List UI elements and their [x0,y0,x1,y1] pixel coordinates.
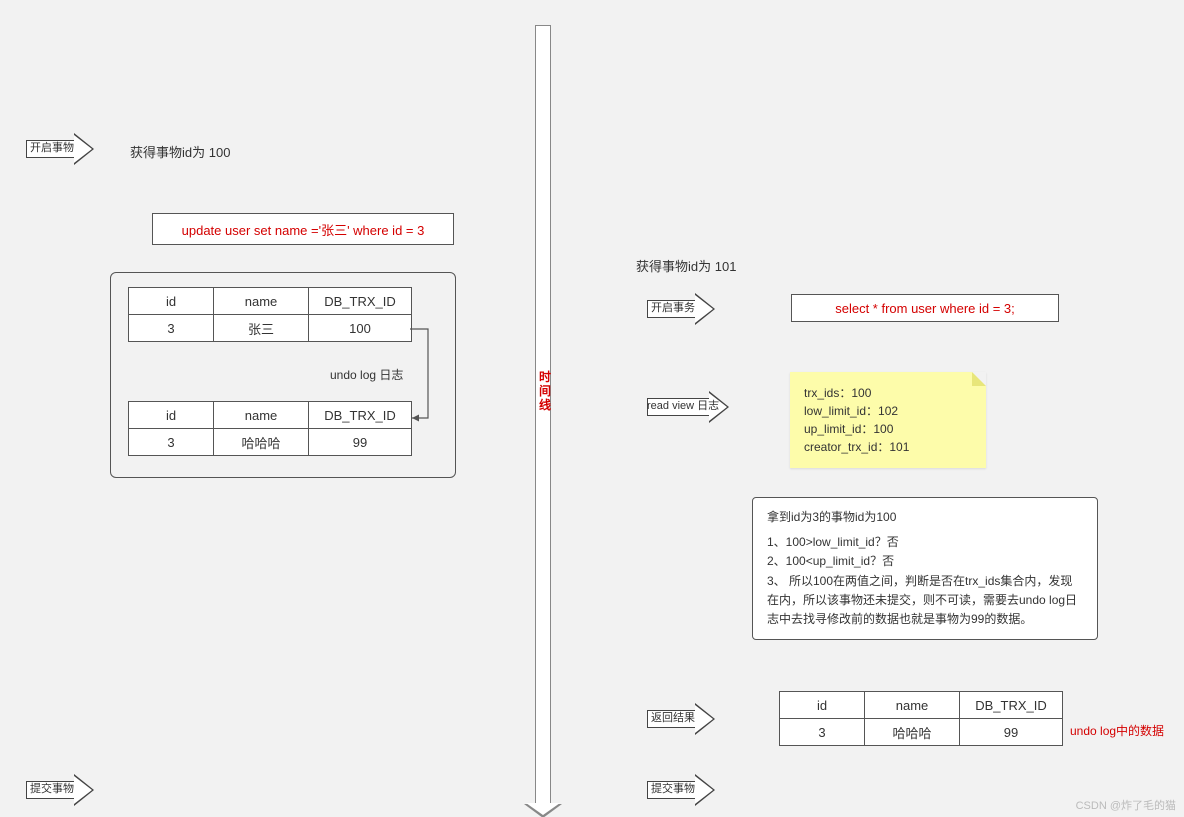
diagram-canvas: { "timeline_label": "时间线", "left": { "st… [0,0,1184,817]
th-trx: DB_TRX_ID [960,692,1063,719]
arrow-start-left: 开启事物 [26,133,98,163]
right-txid-text: 获得事物id为 101 [636,256,736,275]
td-id: 3 [780,719,865,746]
left-table-current: id name DB_TRX_ID 3 张三 100 [128,287,412,342]
arrow-start-left-label: 开启事物 [26,140,78,156]
analysis-line: 2、100<up_limit_id？否 [767,552,1083,571]
th-trx: DB_TRX_ID [309,288,412,315]
td-trx: 99 [960,719,1063,746]
th-trx: DB_TRX_ID [309,402,412,429]
undo-log-label: undo log 日志 [330,366,403,383]
table-row: 3 哈哈哈 99 [780,719,1063,746]
td-trx: 100 [309,315,412,342]
timeline-shaft [535,25,551,807]
arrow-result: 返回结果 [647,703,719,733]
sticky-line: trx_ids：100 [804,384,972,402]
th-name: name [865,692,960,719]
table-row: id name DB_TRX_ID [129,402,412,429]
left-sql-text: update user set name ='张三' where id = 3 [182,220,425,239]
td-id: 3 [129,429,214,456]
right-result-table: id name DB_TRX_ID 3 哈哈哈 99 [779,691,1063,746]
sticky-line: low_limit_id：102 [804,402,972,420]
timeline-arrowhead [524,804,562,817]
th-name: name [214,288,309,315]
th-name: name [214,402,309,429]
analysis-box: 拿到id为3的事物id为100 1、100>low_limit_id？否 2、1… [752,497,1098,640]
arrow-commit-left: 提交事物 [26,774,98,804]
analysis-title: 拿到id为3的事物id为100 [767,508,1083,527]
analysis-line: 3、 所以100在两值之间，判断是否在trx_ids集合内，发现在内，所以该事物… [767,572,1083,630]
th-id: id [129,402,214,429]
left-table-undo: id name DB_TRX_ID 3 哈哈哈 99 [128,401,412,456]
result-note: undo log中的数据 [1070,722,1164,739]
td-name: 哈哈哈 [214,429,309,456]
readview-sticky: trx_ids：100 low_limit_id：102 up_limit_id… [790,372,986,468]
arrow-start-right-label: 开启事务 [647,300,699,316]
watermark: CSDN @炸了毛的猫 [1076,797,1176,813]
td-name: 哈哈哈 [865,719,960,746]
arrow-result-label: 返回结果 [647,710,699,726]
arrow-readview-label: read view 日志 [647,398,713,414]
timeline-label: 时间线 [539,370,551,412]
td-name: 张三 [214,315,309,342]
table-row: 3 哈哈哈 99 [129,429,412,456]
sticky-line: creator_trx_id：101 [804,438,972,456]
arrow-readview: read view 日志 [647,391,735,421]
sticky-line: up_limit_id：100 [804,420,972,438]
table-row: id name DB_TRX_ID [129,288,412,315]
arrow-commit-left-label: 提交事物 [26,781,78,797]
arrow-commit-right: 提交事物 [647,774,719,804]
table-row: 3 张三 100 [129,315,412,342]
sticky-corner-fold [972,372,986,386]
right-sql-text: select * from user where id = 3; [835,301,1015,316]
th-id: id [780,692,865,719]
right-sql-box: select * from user where id = 3; [791,294,1059,322]
analysis-line: 1、100>low_limit_id？否 [767,533,1083,552]
th-id: id [129,288,214,315]
arrow-start-right: 开启事务 [647,293,719,323]
td-id: 3 [129,315,214,342]
table-row: id name DB_TRX_ID [780,692,1063,719]
left-txid-text: 获得事物id为 100 [130,142,230,161]
arrow-commit-right-label: 提交事物 [647,781,699,797]
left-sql-box: update user set name ='张三' where id = 3 [152,213,454,245]
td-trx: 99 [309,429,412,456]
